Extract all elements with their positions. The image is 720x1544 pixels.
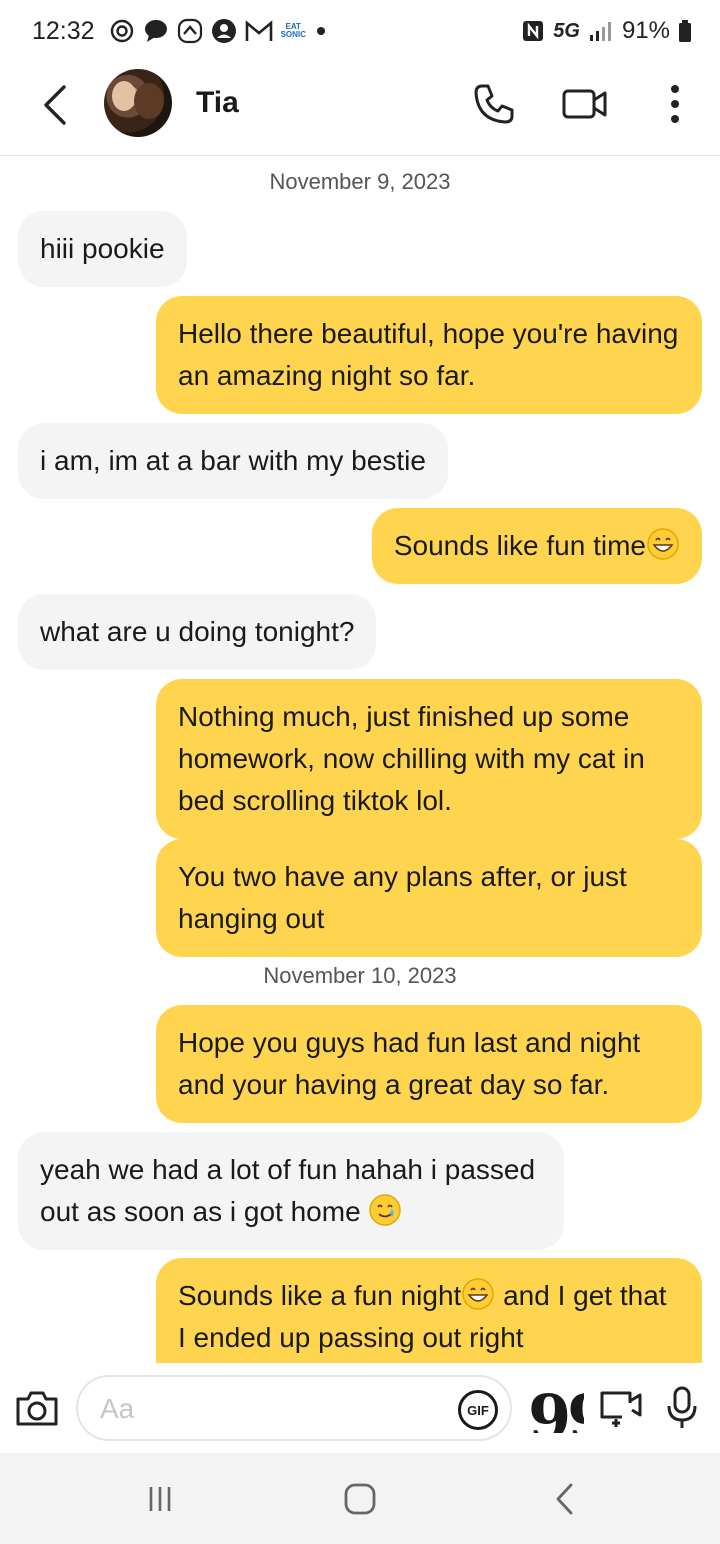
recents-icon — [149, 1487, 171, 1511]
video-message-icon — [600, 1391, 642, 1427]
voice-call-button[interactable] — [470, 80, 518, 128]
chevron-left-icon — [556, 1483, 573, 1515]
recent-apps-button[interactable] — [140, 1481, 180, 1517]
message-composer: GIF 99 — [0, 1363, 720, 1453]
home-icon — [344, 1483, 376, 1515]
incoming-message[interactable]: i am, im at a bar with my bestie — [18, 423, 448, 499]
chevron-left-icon — [44, 85, 66, 125]
dot-icon — [314, 24, 328, 38]
incoming-message[interactable]: yeah we had a lot of fun hahah i passed … — [18, 1132, 564, 1250]
microphone-button[interactable] — [662, 1383, 702, 1433]
chat-header: Tia — [0, 62, 720, 156]
outgoing-message[interactable]: Hope you guys had fun last and night and… — [156, 1005, 702, 1123]
eat-sonic-icon: EAT SONIC — [280, 22, 306, 39]
status-time: 12:32 — [32, 16, 95, 45]
outgoing-message[interactable]: Hello there beautiful, hope you're havin… — [156, 296, 702, 414]
status-left: 12:32 EAT SONIC — [32, 17, 328, 46]
camera-button[interactable] — [14, 1385, 60, 1431]
status-right: 5G 91% — [521, 17, 692, 45]
message-input[interactable] — [100, 1389, 440, 1429]
incoming-message[interactable]: what are u doing tonight? — [18, 594, 377, 670]
more-vertical-icon — [671, 85, 679, 123]
threads-icon — [109, 18, 135, 44]
message-input-wrapper[interactable]: GIF — [76, 1375, 512, 1441]
chat-bubble-icon — [143, 18, 169, 44]
incoming-message[interactable]: hiii pookie — [18, 211, 187, 287]
app-icon — [177, 18, 203, 44]
system-back-button[interactable] — [544, 1479, 584, 1519]
outgoing-message[interactable]: Sounds like fun time — [371, 508, 702, 584]
nfc-icon — [521, 19, 545, 43]
outgoing-message[interactable]: You two have any plans after, or just ha… — [156, 839, 702, 957]
date-separator: November 9, 2023 — [269, 169, 451, 194]
battery-icon — [678, 19, 692, 43]
signal-icon — [588, 19, 614, 43]
camera-icon — [16, 1391, 58, 1426]
avatar[interactable] — [104, 69, 172, 137]
battery-percent: 91% — [621, 17, 670, 44]
gif-button[interactable]: GIF — [458, 1390, 498, 1430]
system-navigation-bar — [0, 1453, 720, 1544]
gmail-icon — [245, 19, 273, 43]
grinning-face-icon — [647, 528, 679, 560]
more-options-button[interactable] — [660, 76, 690, 132]
home-button[interactable] — [340, 1479, 380, 1519]
status-bar: 12:32 EAT SONIC 5G 91% — [0, 0, 720, 62]
quote-button[interactable]: 99 — [528, 1381, 584, 1433]
microphone-icon — [667, 1386, 697, 1428]
back-button[interactable] — [34, 80, 74, 130]
message-list[interactable]: November 9, 2023 hiii pookie Hello there… — [0, 157, 720, 1363]
outgoing-message[interactable]: Nothing much, just finished up some home… — [156, 679, 702, 839]
phone-icon — [474, 84, 514, 124]
outgoing-message[interactable]: Sounds like a fun night and I get that I… — [156, 1258, 702, 1363]
grinning-face-icon — [462, 1278, 495, 1310]
contact-name[interactable]: Tia — [196, 86, 239, 120]
video-camera-icon — [562, 89, 607, 119]
video-call-button[interactable] — [560, 80, 610, 128]
account-icon — [211, 18, 237, 44]
video-message-button[interactable] — [596, 1385, 646, 1433]
date-separator: November 10, 2023 — [263, 963, 457, 988]
network-type: 5G — [553, 19, 580, 42]
smiling-face-with-tear-icon — [369, 1194, 402, 1226]
